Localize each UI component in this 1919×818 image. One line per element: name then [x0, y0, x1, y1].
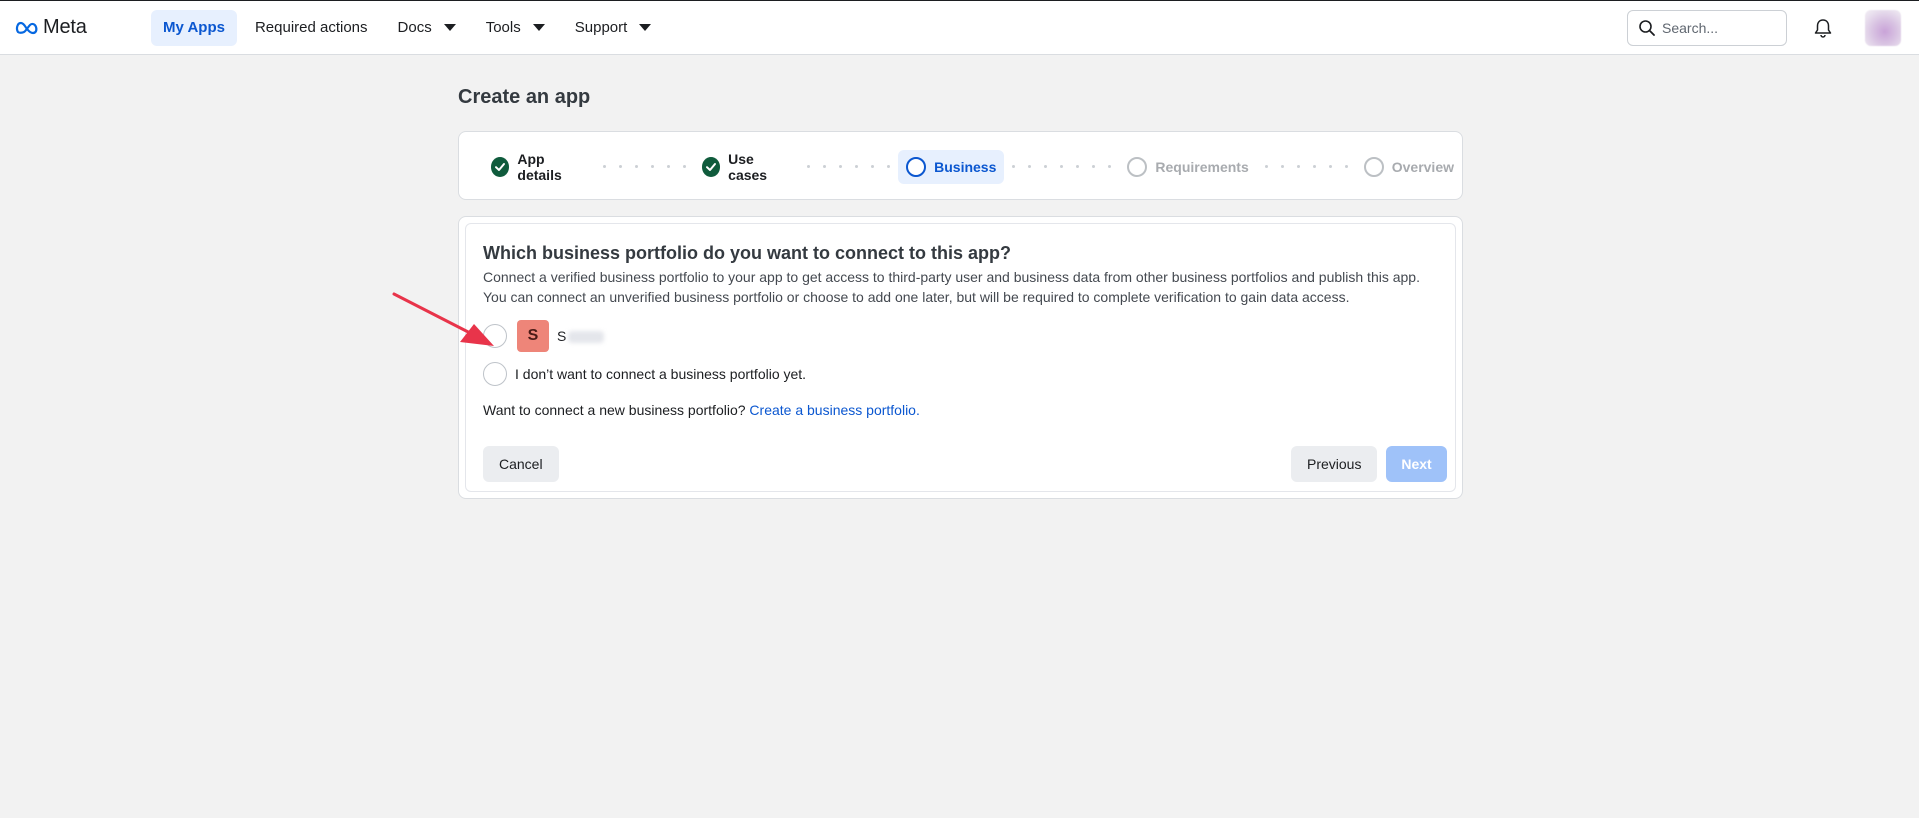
description-line: Connect a verified business portfolio to…: [483, 269, 1420, 285]
nav-label: Required actions: [254, 19, 368, 36]
redacted-text: [568, 331, 605, 344]
nav-label: Support: [574, 19, 628, 36]
caret-down-icon: [639, 24, 652, 31]
progress-stepper: App details Use cases Business Requireme…: [458, 131, 1463, 200]
no-portfolio-radio[interactable]: [483, 362, 507, 386]
stepper-steps: App details Use cases Business Requireme…: [483, 132, 1462, 201]
nav-label: Tools: [485, 19, 521, 36]
step-label: App details: [517, 150, 562, 183]
caret-down-icon: [532, 24, 545, 31]
step-connector: [595, 165, 694, 168]
caret-down-icon: [443, 24, 456, 31]
step-connector: [1257, 165, 1356, 168]
no-portfolio-label: I don’t want to connect a business portf…: [515, 366, 807, 382]
portfolio-name-text: S: [557, 328, 567, 344]
empty-circle-icon: [1363, 156, 1384, 177]
step-business[interactable]: Business: [898, 149, 1005, 184]
portfolio-option[interactable]: S S: [483, 320, 605, 352]
check-circle-icon: [491, 156, 510, 177]
portfolio-description: Connect a verified business portfolio to…: [483, 267, 1443, 307]
description-line: You can connect an unverified business p…: [483, 289, 1350, 305]
top-navigation-bar: Meta My Apps Required actions Docs Tools…: [0, 0, 1919, 55]
no-portfolio-option[interactable]: I don’t want to connect a business portf…: [483, 362, 806, 386]
meta-wordmark: Meta: [43, 16, 87, 38]
nav-support[interactable]: Support: [563, 10, 664, 46]
empty-circle-icon: [1127, 156, 1148, 177]
previous-button[interactable]: Previous: [1291, 446, 1378, 482]
step-overview: Overview: [1356, 150, 1462, 184]
annotation-arrow-icon: [392, 292, 494, 346]
step-connector: [799, 165, 898, 168]
nav-label: Docs: [397, 19, 432, 36]
portfolio-badge: S: [517, 320, 549, 352]
search-box[interactable]: [1627, 9, 1787, 46]
step-app-details[interactable]: App details: [483, 150, 595, 184]
page-title: Create an app: [458, 86, 591, 108]
search-icon: [1639, 19, 1655, 36]
step-label: Overview: [1391, 158, 1454, 175]
connect-prompt: Want to connect a new business portfolio…: [483, 402, 746, 418]
meta-logo[interactable]: Meta: [15, 16, 135, 39]
cancel-button[interactable]: Cancel: [483, 446, 559, 482]
bell-icon: [1814, 18, 1832, 38]
nav-docs[interactable]: Docs: [386, 10, 468, 46]
user-avatar[interactable]: [1865, 9, 1901, 46]
step-use-cases[interactable]: Use cases: [694, 150, 799, 184]
notifications-button[interactable]: [1809, 14, 1837, 42]
business-portfolio-card: Which business portfolio do you want to …: [458, 216, 1463, 499]
nav-required-actions[interactable]: Required actions: [243, 10, 380, 46]
current-step-circle-icon: [906, 156, 927, 177]
step-label: Business: [934, 158, 997, 175]
step-connector: [1004, 165, 1119, 168]
main-nav: My Apps Required actions Docs Tools Supp…: [151, 9, 664, 46]
meta-infinity-icon: [15, 21, 38, 34]
step-label: Requirements: [1155, 158, 1249, 175]
portfolio-question: Which business portfolio do you want to …: [483, 243, 1011, 263]
step-label: Use cases: [728, 150, 768, 183]
nav-tools[interactable]: Tools: [474, 10, 557, 46]
check-circle-icon: [701, 156, 721, 177]
next-button[interactable]: Next: [1386, 446, 1447, 482]
nav-label: My Apps: [163, 19, 225, 36]
search-input[interactable]: [1662, 19, 1780, 36]
step-requirements: Requirements: [1119, 150, 1256, 184]
nav-my-apps[interactable]: My Apps: [151, 9, 237, 46]
connect-new-portfolio: Want to connect a new business portfolio…: [483, 402, 920, 418]
create-portfolio-link[interactable]: Create a business portfolio.: [749, 402, 919, 418]
portfolio-name: S: [557, 328, 605, 344]
